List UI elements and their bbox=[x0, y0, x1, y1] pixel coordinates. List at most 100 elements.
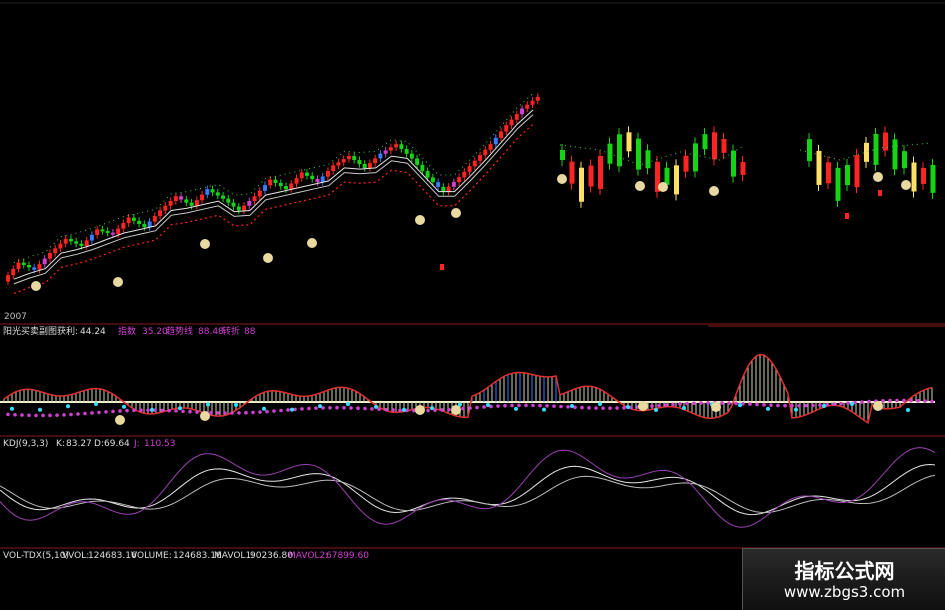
candle-body bbox=[467, 166, 472, 172]
indicator-dot-cyan bbox=[178, 406, 182, 411]
candle-body bbox=[226, 198, 231, 203]
indicator-dot-cyan bbox=[94, 402, 98, 407]
indicator-dot-magenta bbox=[174, 409, 178, 413]
indicator-dot-magenta bbox=[923, 399, 927, 403]
candle-body bbox=[864, 142, 869, 162]
indicator-dot-magenta bbox=[916, 398, 920, 403]
indicator-dot-magenta bbox=[832, 402, 836, 407]
indicator-dot-magenta bbox=[622, 406, 626, 410]
candle-body bbox=[168, 200, 173, 206]
candle-body bbox=[826, 162, 831, 184]
candle-body bbox=[399, 144, 404, 150]
indicator-dot-magenta bbox=[356, 406, 360, 411]
candle-body bbox=[378, 153, 383, 159]
candle-body bbox=[499, 131, 504, 138]
indicator-dot-magenta bbox=[125, 408, 129, 413]
ma-line-grey bbox=[13, 114, 534, 285]
candle-body bbox=[352, 156, 357, 161]
indicator-dot-magenta bbox=[804, 403, 808, 408]
candle-body bbox=[42, 258, 47, 265]
candle-body bbox=[58, 243, 63, 249]
indicator-dot-magenta bbox=[755, 402, 759, 407]
kdj-k-value: 83.27 bbox=[66, 439, 92, 449]
smiley-marker-icon bbox=[451, 208, 461, 218]
candle-body bbox=[483, 149, 488, 156]
candle-body bbox=[441, 186, 446, 192]
indicator-dot-cyan bbox=[206, 402, 210, 407]
smiley-marker-icon bbox=[658, 182, 668, 192]
candle-body bbox=[835, 167, 841, 201]
candle-body bbox=[902, 151, 907, 169]
candle-body bbox=[16, 262, 21, 269]
candle-body bbox=[588, 165, 594, 187]
candle-body bbox=[221, 195, 226, 199]
indicator-dot-magenta bbox=[748, 402, 752, 406]
candle-body bbox=[383, 150, 388, 154]
kdj-j-line bbox=[0, 447, 936, 528]
indicator-dot-magenta bbox=[307, 406, 311, 411]
indicator-v4-value: 88 bbox=[244, 327, 256, 337]
indicator-dot-cyan bbox=[682, 406, 686, 411]
vol-mavol1-value: 90236.80 bbox=[250, 551, 293, 561]
candle-body bbox=[315, 178, 320, 183]
candle-body bbox=[373, 158, 378, 164]
candle-body bbox=[68, 238, 73, 242]
indicator-dot-magenta bbox=[531, 403, 535, 408]
indicator-dot-magenta bbox=[104, 410, 108, 414]
ma-line-green-dotted bbox=[559, 144, 746, 166]
candle-body bbox=[645, 150, 651, 169]
candle-body bbox=[816, 150, 822, 185]
candle-body bbox=[892, 139, 898, 170]
candle-body bbox=[520, 108, 525, 115]
candle-body bbox=[712, 132, 717, 160]
candle-body bbox=[478, 155, 483, 161]
indicator-dot-magenta bbox=[13, 412, 17, 417]
candle-body bbox=[921, 167, 926, 184]
indicator-dot-magenta bbox=[888, 398, 892, 403]
indicator-v2-value: 35.20 bbox=[142, 327, 168, 337]
indicator-dot-magenta bbox=[55, 413, 59, 417]
indicator-dot-magenta bbox=[314, 406, 318, 410]
candle-body bbox=[664, 167, 670, 185]
indicator-dot-magenta bbox=[195, 410, 199, 414]
indicator-dot-cyan bbox=[402, 407, 406, 412]
indicator-dot-cyan bbox=[542, 407, 546, 412]
indicator-dot-magenta bbox=[216, 411, 220, 415]
indicator-dot-magenta bbox=[769, 403, 773, 407]
candle-body bbox=[53, 248, 58, 254]
candle-body bbox=[367, 163, 372, 168]
indicator-v1-value: 44.24 bbox=[80, 327, 106, 337]
indicator-dot-magenta bbox=[328, 405, 332, 410]
indicator-dot-magenta bbox=[608, 406, 612, 410]
candle-body bbox=[283, 186, 288, 190]
candle-body bbox=[310, 175, 315, 180]
indicator-dot-magenta bbox=[111, 409, 115, 414]
indicator-dot-cyan bbox=[234, 402, 238, 407]
indicator-dot-magenta bbox=[909, 398, 913, 403]
vol-name: VOL-TDX(5,10) bbox=[3, 551, 70, 561]
buy-marker-icon bbox=[845, 213, 849, 219]
candle-body bbox=[488, 144, 493, 150]
candle-body bbox=[404, 148, 409, 154]
candle-body bbox=[740, 162, 746, 176]
indicator-dot-magenta bbox=[370, 407, 374, 411]
indicator-dot-magenta bbox=[440, 408, 444, 412]
vol-mavol2-label: MAVOL2: bbox=[288, 551, 329, 561]
indicator-dot-magenta bbox=[510, 403, 514, 408]
indicator-dot-magenta bbox=[727, 401, 731, 405]
kdj-j-label: J: bbox=[134, 439, 140, 449]
candle-body bbox=[569, 161, 575, 184]
candle-body bbox=[702, 134, 708, 150]
indicator-dot-magenta bbox=[342, 406, 346, 410]
indicator-dot-magenta bbox=[6, 412, 10, 417]
stock-chart-canvas[interactable] bbox=[0, 0, 945, 609]
indicator-dot-magenta bbox=[132, 408, 136, 413]
kdj-d-label: D: bbox=[94, 439, 104, 449]
smiley-marker-icon bbox=[200, 411, 210, 421]
candle-body bbox=[299, 172, 304, 179]
candle-body bbox=[425, 171, 430, 178]
indicator-dot-magenta bbox=[167, 408, 171, 413]
candle-body bbox=[530, 100, 535, 105]
buy-marker-icon bbox=[440, 264, 444, 270]
vol-mavol1-label: MAVOL1: bbox=[214, 551, 255, 561]
